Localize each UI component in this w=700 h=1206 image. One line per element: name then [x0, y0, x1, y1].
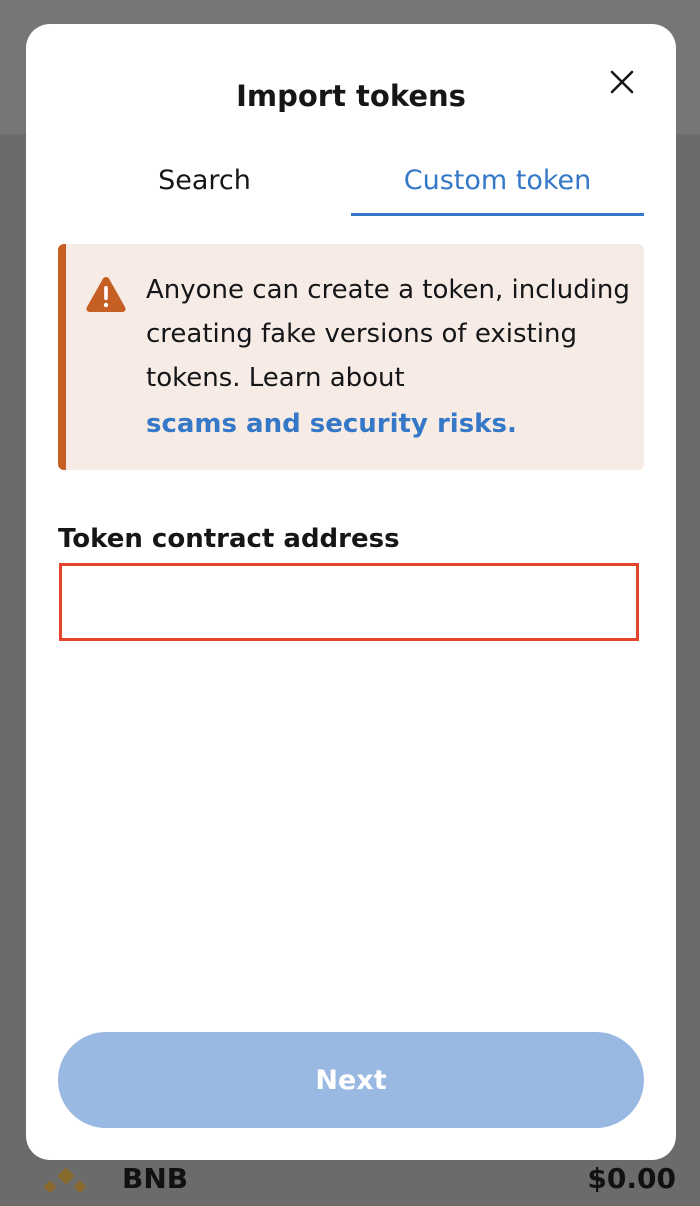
next-button[interactable]: Next	[58, 1032, 644, 1128]
bnb-coin-icon	[43, 1167, 87, 1194]
modal-title: Import tokens	[236, 79, 466, 113]
import-tabs: Search Custom token	[58, 144, 644, 216]
warning-icon	[86, 277, 126, 312]
security-risks-link[interactable]: scams and security risks.	[146, 402, 636, 446]
warning-banner: Anyone can create a token, including cre…	[58, 244, 644, 470]
contract-address-label: Token contract address	[58, 524, 400, 554]
close-icon	[610, 70, 634, 94]
tab-custom-token[interactable]: Custom token	[351, 144, 644, 216]
close-button[interactable]	[604, 64, 640, 100]
import-tokens-modal: Import tokens Search Custom token Anyone…	[26, 24, 676, 1160]
tab-search[interactable]: Search	[58, 144, 351, 216]
warning-message: Anyone can create a token, including cre…	[146, 268, 636, 446]
contract-address-input[interactable]	[59, 563, 639, 641]
warning-text: Anyone can create a token, including cre…	[146, 275, 630, 393]
background-asset-value: $0.00	[587, 1162, 676, 1195]
background-asset-name: BNB	[122, 1162, 189, 1195]
